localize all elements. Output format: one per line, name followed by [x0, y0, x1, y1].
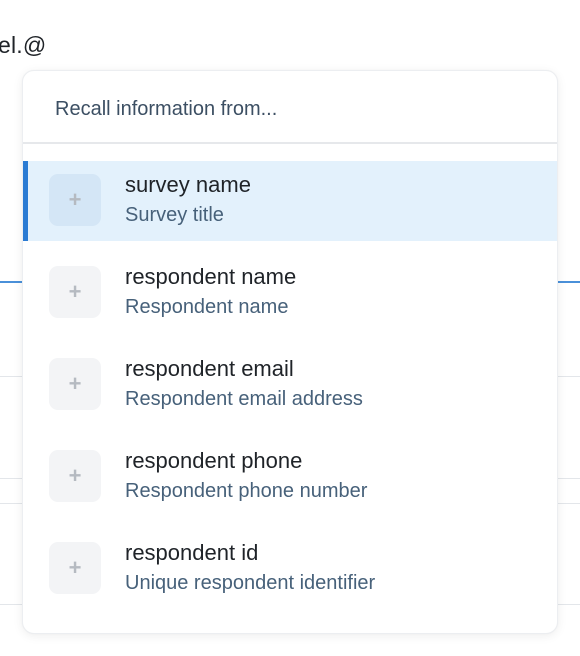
option-title: respondent phone	[125, 448, 303, 473]
option-text: respondent name Respondent name	[125, 263, 296, 321]
plus-icon: +	[49, 174, 101, 226]
recall-popup: Recall information from... + survey name…	[22, 70, 558, 634]
option-survey-name[interactable]: + survey name Survey title	[23, 161, 557, 241]
plus-icon: +	[49, 358, 101, 410]
plus-icon: +	[49, 266, 101, 318]
option-subtitle: Unique respondent identifier	[125, 572, 376, 594]
option-subtitle: Survey title	[125, 204, 224, 226]
editor-text[interactable]: el.@	[0, 32, 46, 59]
option-text: respondent email Respondent email addres…	[125, 355, 363, 413]
option-title: respondent id	[125, 540, 259, 565]
option-respondent-name[interactable]: + respondent name Respondent name	[23, 253, 557, 333]
plus-icon: +	[49, 450, 101, 502]
plus-icon: +	[49, 542, 101, 594]
option-subtitle: Respondent name	[125, 296, 289, 318]
option-respondent-id[interactable]: + respondent id Unique respondent identi…	[23, 529, 557, 609]
option-title: respondent name	[125, 264, 297, 289]
option-respondent-phone[interactable]: + respondent phone Respondent phone numb…	[23, 437, 557, 517]
option-text: respondent phone Respondent phone number	[125, 447, 367, 505]
option-text: survey name Survey title	[125, 171, 251, 229]
option-text: respondent id Unique respondent identifi…	[125, 539, 375, 597]
option-title: survey name	[125, 172, 251, 197]
option-respondent-email[interactable]: + respondent email Respondent email addr…	[23, 345, 557, 425]
option-title: respondent email	[125, 356, 294, 381]
option-subtitle: Respondent phone number	[125, 480, 368, 502]
option-subtitle: Respondent email address	[125, 388, 363, 410]
option-list: + survey name Survey title + respondent …	[23, 144, 557, 609]
popup-header: Recall information from...	[23, 71, 557, 144]
